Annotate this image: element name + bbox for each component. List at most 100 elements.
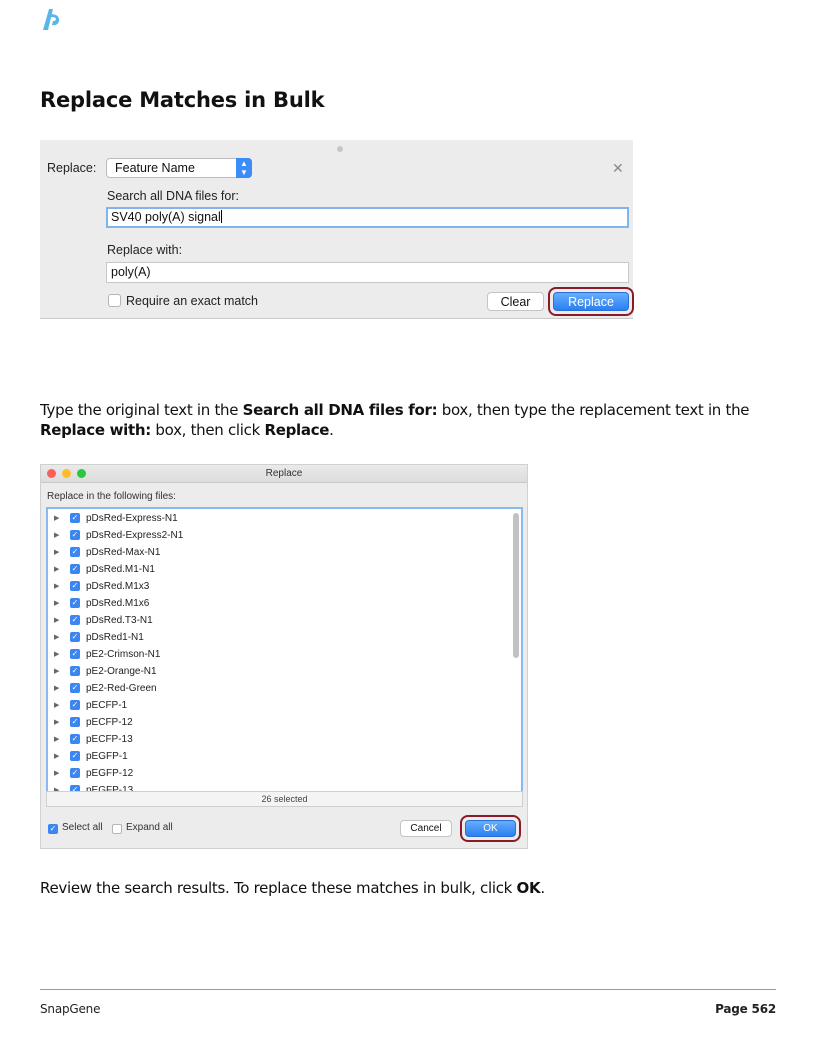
footer-product: SnapGene <box>40 1002 101 1016</box>
file-checkbox[interactable]: ✓ <box>70 632 80 642</box>
text-cursor <box>220 210 222 223</box>
file-list[interactable]: ▶ ✓ pDsRed-Express-N1 ▶ ✓ pDsRed-Express2-N1 ▶… <box>46 507 523 793</box>
disclosure-triangle-icon[interactable]: ▶ <box>54 565 59 573</box>
list-item[interactable]: ▶ ✓ pECFP-1 <box>48 697 508 714</box>
replace-with-input[interactable]: poly(A) <box>106 262 629 283</box>
list-item[interactable]: ▶ ✓ pDsRed1-N1 <box>48 629 508 646</box>
file-name: pECFP-1 <box>86 700 128 711</box>
file-name: pEGFP-1 <box>86 751 128 762</box>
list-item[interactable]: ▶ ✓ pDsRed-Max-N1 <box>48 544 508 561</box>
list-item[interactable]: ▶ ✓ pE2-Crimson-N1 <box>48 646 508 663</box>
updown-arrow-icon: ▲ ▼ <box>236 158 252 178</box>
list-item[interactable]: ▶ ✓ pECFP-13 <box>48 731 508 748</box>
disclosure-triangle-icon[interactable]: ▶ <box>54 684 59 692</box>
file-checkbox[interactable]: ✓ <box>70 683 80 693</box>
dropdown-value: Feature Name <box>115 161 195 175</box>
file-checkbox[interactable]: ✓ <box>70 530 80 540</box>
list-item[interactable]: ▶ ✓ pEGFP-1 <box>48 748 508 765</box>
disclosure-triangle-icon[interactable]: ▶ <box>54 735 59 743</box>
window-title: Replace <box>265 468 303 479</box>
page-title: Replace Matches in Bulk <box>40 88 325 112</box>
clear-button[interactable]: Clear <box>487 292 544 311</box>
list-item[interactable]: ▶ ✓ pE2-Orange-N1 <box>48 663 508 680</box>
search-value: SV40 poly(A) signal <box>111 210 221 224</box>
disclosure-triangle-icon[interactable]: ▶ <box>54 769 59 777</box>
expand-all-checkbox[interactable] <box>112 824 122 834</box>
disclosure-triangle-icon[interactable]: ▶ <box>54 616 59 624</box>
file-checkbox[interactable]: ✓ <box>70 581 80 591</box>
replace-button[interactable]: Replace <box>553 292 629 311</box>
file-checkbox[interactable]: ✓ <box>70 564 80 574</box>
footer-divider <box>40 989 776 990</box>
file-checkbox[interactable]: ✓ <box>70 734 80 744</box>
list-item[interactable]: ▶ ✓ pDsRed-Express2-N1 <box>48 527 508 544</box>
replace-label: Replace: <box>47 161 97 175</box>
file-checkbox[interactable]: ✓ <box>70 513 80 523</box>
snapgene-logo-icon <box>43 9 60 30</box>
file-checkbox[interactable]: ✓ <box>70 717 80 727</box>
file-checkbox[interactable]: ✓ <box>70 751 80 761</box>
title-bar: Replace <box>41 465 527 483</box>
list-item[interactable]: ▶ ✓ pDsRed-Express-N1 <box>48 510 508 527</box>
file-checkbox[interactable]: ✓ <box>70 666 80 676</box>
file-name: pDsRed.M1x6 <box>86 598 150 609</box>
file-name: pDsRed.M1-N1 <box>86 564 155 575</box>
list-item[interactable]: ▶ ✓ pDsRed.M1x6 <box>48 595 508 612</box>
list-item[interactable]: ▶ ✓ pECFP-12 <box>48 714 508 731</box>
replace-bar-screenshot: Replace: Feature Name ▲ ▼ ✕ Search all DN… <box>40 140 634 319</box>
disclosure-triangle-icon[interactable]: ▶ <box>54 718 59 726</box>
file-name: pE2-Crimson-N1 <box>86 649 161 660</box>
list-item[interactable]: ▶ ✓ pDsRed.M1-N1 <box>48 561 508 578</box>
list-item[interactable]: ▶ ✓ pDsRed.M1x3 <box>48 578 508 595</box>
cancel-button[interactable]: Cancel <box>400 820 452 837</box>
file-name: pDsRed-Max-N1 <box>86 547 161 558</box>
instruction-paragraph: Type the original text in the Search all… <box>40 401 750 439</box>
ok-button[interactable]: OK <box>465 820 516 837</box>
list-item[interactable]: ▶ ✓ pEGFP-12 <box>48 765 508 782</box>
disclosure-triangle-icon[interactable]: ▶ <box>54 650 59 658</box>
file-name: pDsRed1-N1 <box>86 632 144 643</box>
select-all-label: Select all <box>62 822 103 833</box>
file-checkbox[interactable]: ✓ <box>70 768 80 778</box>
disclosure-triangle-icon[interactable]: ▶ <box>54 633 59 641</box>
select-all-checkbox[interactable]: ✓ <box>48 824 58 834</box>
file-name: pDsRed-Express-N1 <box>86 513 178 524</box>
disclosure-triangle-icon[interactable]: ▶ <box>54 752 59 760</box>
disclosure-triangle-icon[interactable]: ▶ <box>54 667 59 675</box>
file-name: pECFP-13 <box>86 734 133 745</box>
disclosure-triangle-icon[interactable]: ▶ <box>54 701 59 709</box>
file-name: pDsRed.T3-N1 <box>86 615 153 626</box>
replace-dialog-screenshot: Replace Replace in the following files: … <box>40 464 528 849</box>
file-name: pDsRed.M1x3 <box>86 581 150 592</box>
disclosure-triangle-icon[interactable]: ▶ <box>54 599 59 607</box>
list-item[interactable]: ▶ ✓ pE2-Red-Green <box>48 680 508 697</box>
replace-with-label: Replace with: <box>107 243 183 257</box>
replace-with-value: poly(A) <box>111 265 151 279</box>
files-prompt: Replace in the following files: <box>47 491 176 502</box>
disclosure-triangle-icon[interactable]: ▶ <box>54 514 59 522</box>
resize-grip[interactable] <box>337 146 343 152</box>
exact-match-label: Require an exact match <box>126 294 259 308</box>
disclosure-triangle-icon[interactable]: ▶ <box>54 548 59 556</box>
file-checkbox[interactable]: ✓ <box>70 547 80 557</box>
list-item[interactable]: ▶ ✓ pDsRed.T3-N1 <box>48 612 508 629</box>
file-name: pE2-Red-Green <box>86 683 157 694</box>
exact-match-checkbox[interactable] <box>108 294 121 307</box>
file-name: pEGFP-12 <box>86 768 134 779</box>
close-icon[interactable]: ✕ <box>612 160 624 177</box>
search-label: Search all DNA files for: <box>107 189 239 203</box>
disclosure-triangle-icon[interactable]: ▶ <box>54 531 59 539</box>
file-checkbox[interactable]: ✓ <box>70 615 80 625</box>
file-checkbox[interactable]: ✓ <box>70 700 80 710</box>
disclosure-triangle-icon[interactable]: ▶ <box>54 582 59 590</box>
file-name: pECFP-12 <box>86 717 133 728</box>
file-checkbox[interactable]: ✓ <box>70 598 80 608</box>
selected-count: 26 selected <box>46 791 523 807</box>
page-number: Page 562 <box>715 1002 776 1016</box>
file-checkbox[interactable]: ✓ <box>70 649 80 659</box>
replace-field-dropdown[interactable]: Feature Name ▲ ▼ <box>106 158 252 178</box>
scrollbar-thumb[interactable] <box>513 513 519 658</box>
review-paragraph: Review the search results. To replace th… <box>40 879 545 897</box>
expand-all-label: Expand all <box>126 822 173 833</box>
search-input[interactable]: SV40 poly(A) signal <box>106 207 629 228</box>
